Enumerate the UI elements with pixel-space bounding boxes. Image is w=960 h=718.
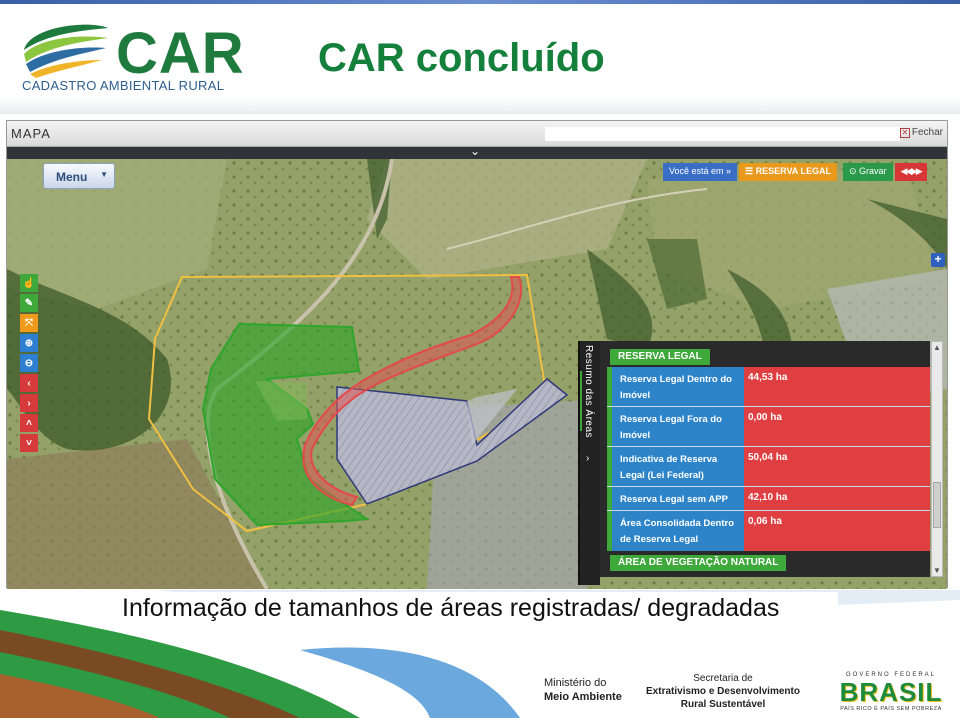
summary-row: Reserva Legal Fora do Imóvel 0,00 ha xyxy=(607,407,930,447)
scroll-up-icon[interactable]: ▲ xyxy=(933,343,941,352)
row-value: 44,53 ha xyxy=(744,367,930,406)
save-button[interactable]: ⊙ Gravar xyxy=(842,163,893,181)
summary-tab-label: Resumo das Áreas xyxy=(583,345,594,439)
collapse-strip[interactable]: ⌄ xyxy=(7,144,947,159)
row-value: 42,10 ha xyxy=(744,487,930,510)
slide-title: CAR concluído xyxy=(318,36,605,80)
tab-accent xyxy=(580,371,582,431)
row-label: Reserva Legal Dentro do Imóvel xyxy=(607,367,744,406)
chevron-down-icon[interactable]: ⌄ xyxy=(470,144,480,158)
footer-logos: Ministério do Meio Ambiente Secretaria d… xyxy=(520,662,960,718)
summary-row: Reserva Legal Dentro do Imóvel 44,53 ha xyxy=(607,367,930,407)
close-button[interactable]: ✕ Fechar xyxy=(899,127,943,138)
row-label: Reserva Legal sem APP xyxy=(607,487,744,510)
car-logo-emblem-icon xyxy=(24,24,108,78)
chevron-down-icon: ▼ xyxy=(100,170,108,179)
ministry-line1: Ministério do xyxy=(544,677,607,689)
expand-panel-button[interactable]: + xyxy=(931,253,945,267)
summary-row: Indicativa de Reserva Legal (Lei Federal… xyxy=(607,447,930,487)
extent-tool-icon[interactable]: ⤧ xyxy=(20,314,38,332)
summary-row: Área Consolidada Dentro de Reserva Legal… xyxy=(607,511,930,551)
satellite-map[interactable]: Menu ▼ Você está em » ☰ RESERVA LEGAL ⊙ … xyxy=(7,159,947,589)
car-logo-wordmark: CAR xyxy=(116,21,245,86)
breadcrumb: Você está em » ☰ RESERVA LEGAL ⊙ Gravar … xyxy=(663,163,927,181)
map-tools: ☝ ✎ ⤧ ⊕ ⊖ ‹ › ˄ ˅ xyxy=(20,274,38,454)
gov-slogan: PAÍS RICO É PAÍS SEM POBREZA xyxy=(840,706,942,712)
governo-federal-logo: GOVERNO FEDERAL BRASIL PAÍS RICO É PAÍS … xyxy=(832,672,950,712)
close-label: Fechar xyxy=(911,127,943,138)
pan-up-icon[interactable]: ˄ xyxy=(20,414,38,432)
row-label: Área Consolidada Dentro de Reserva Legal xyxy=(607,511,744,551)
breadcrumb-current-label: RESERVA LEGAL xyxy=(755,166,831,176)
summary-panel: RESERVA LEGAL Reserva Legal Dentro do Im… xyxy=(600,341,930,577)
secretaria-line3: Rural Sustentável xyxy=(680,699,766,710)
pointer-tool-icon[interactable]: ☝ xyxy=(20,274,38,292)
row-value: 0,06 ha xyxy=(744,511,930,551)
edit-tool-icon[interactable]: ✎ xyxy=(20,294,38,312)
menu-button[interactable]: Menu ▼ xyxy=(43,163,115,189)
row-label: Reserva Legal Fora do Imóvel xyxy=(607,407,744,446)
section-title-reserva-legal[interactable]: RESERVA LEGAL xyxy=(610,349,710,365)
scroll-thumb[interactable] xyxy=(933,482,941,528)
car-logo: CAR CADASTRO AMBIENTAL RURAL xyxy=(20,18,244,96)
zoom-in-icon[interactable]: ⊕ xyxy=(20,334,38,352)
ministry-line2: Meio Ambiente xyxy=(544,690,622,704)
scroll-down-icon[interactable]: ▼ xyxy=(933,566,941,575)
pan-left-icon[interactable]: ‹ xyxy=(20,374,38,392)
breadcrumb-label: Você está em » xyxy=(663,163,738,181)
pan-down-icon[interactable]: ˅ xyxy=(20,434,38,452)
title-field xyxy=(545,127,900,141)
secretaria-line1: Secretaria de xyxy=(693,673,753,684)
ministry-line2-text: Meio Ambiente xyxy=(544,691,622,703)
summary-row: Reserva Legal sem APP 42,10 ha xyxy=(607,487,930,511)
close-icon: ✕ xyxy=(899,128,910,138)
section-title-vegetacao-natural[interactable]: ÁREA DE VEGETAÇÃO NATURAL xyxy=(610,555,787,571)
slide: CAR CADASTRO AMBIENTAL RURAL CAR concluí… xyxy=(0,0,960,718)
car-logo-subtitle: CADASTRO AMBIENTAL RURAL xyxy=(22,78,225,93)
panel-scrollbar[interactable]: ▲ ▼ xyxy=(931,341,943,577)
pan-right-icon[interactable]: › xyxy=(20,394,38,412)
nav-buttons[interactable]: ◀◀ ▶▶ xyxy=(894,163,927,181)
gov-brasil: BRASIL xyxy=(839,677,943,707)
row-label: Indicativa de Reserva Legal (Lei Federal… xyxy=(607,447,744,486)
map-title: MAPA xyxy=(11,126,51,141)
summary-panel-tab[interactable]: Resumo das Áreas › xyxy=(578,341,600,585)
summary-rows: Reserva Legal Dentro do Imóvel 44,53 ha … xyxy=(607,367,930,551)
slide-caption: Informação de tamanhos de áreas registra… xyxy=(122,594,780,622)
secretaria-logo: Secretaria de Extrativismo e Desenvolvim… xyxy=(644,672,802,711)
ministry-logo: Ministério do Meio Ambiente xyxy=(544,676,622,704)
map-window: MAPA ✕ Fechar ⌄ Menu ▼ Você está em » ☰ … xyxy=(6,120,948,589)
chevron-right-icon[interactable]: › xyxy=(586,453,589,464)
row-value: 50,04 ha xyxy=(744,447,930,486)
breadcrumb-current[interactable]: ☰ RESERVA LEGAL xyxy=(739,163,837,181)
zoom-out-icon[interactable]: ⊖ xyxy=(20,354,38,372)
save-label: Gravar xyxy=(859,166,887,176)
menu-label: Menu xyxy=(56,170,88,184)
row-value: 0,00 ha xyxy=(744,407,930,446)
secretaria-line2: Extrativismo e Desenvolvimento xyxy=(646,686,800,697)
